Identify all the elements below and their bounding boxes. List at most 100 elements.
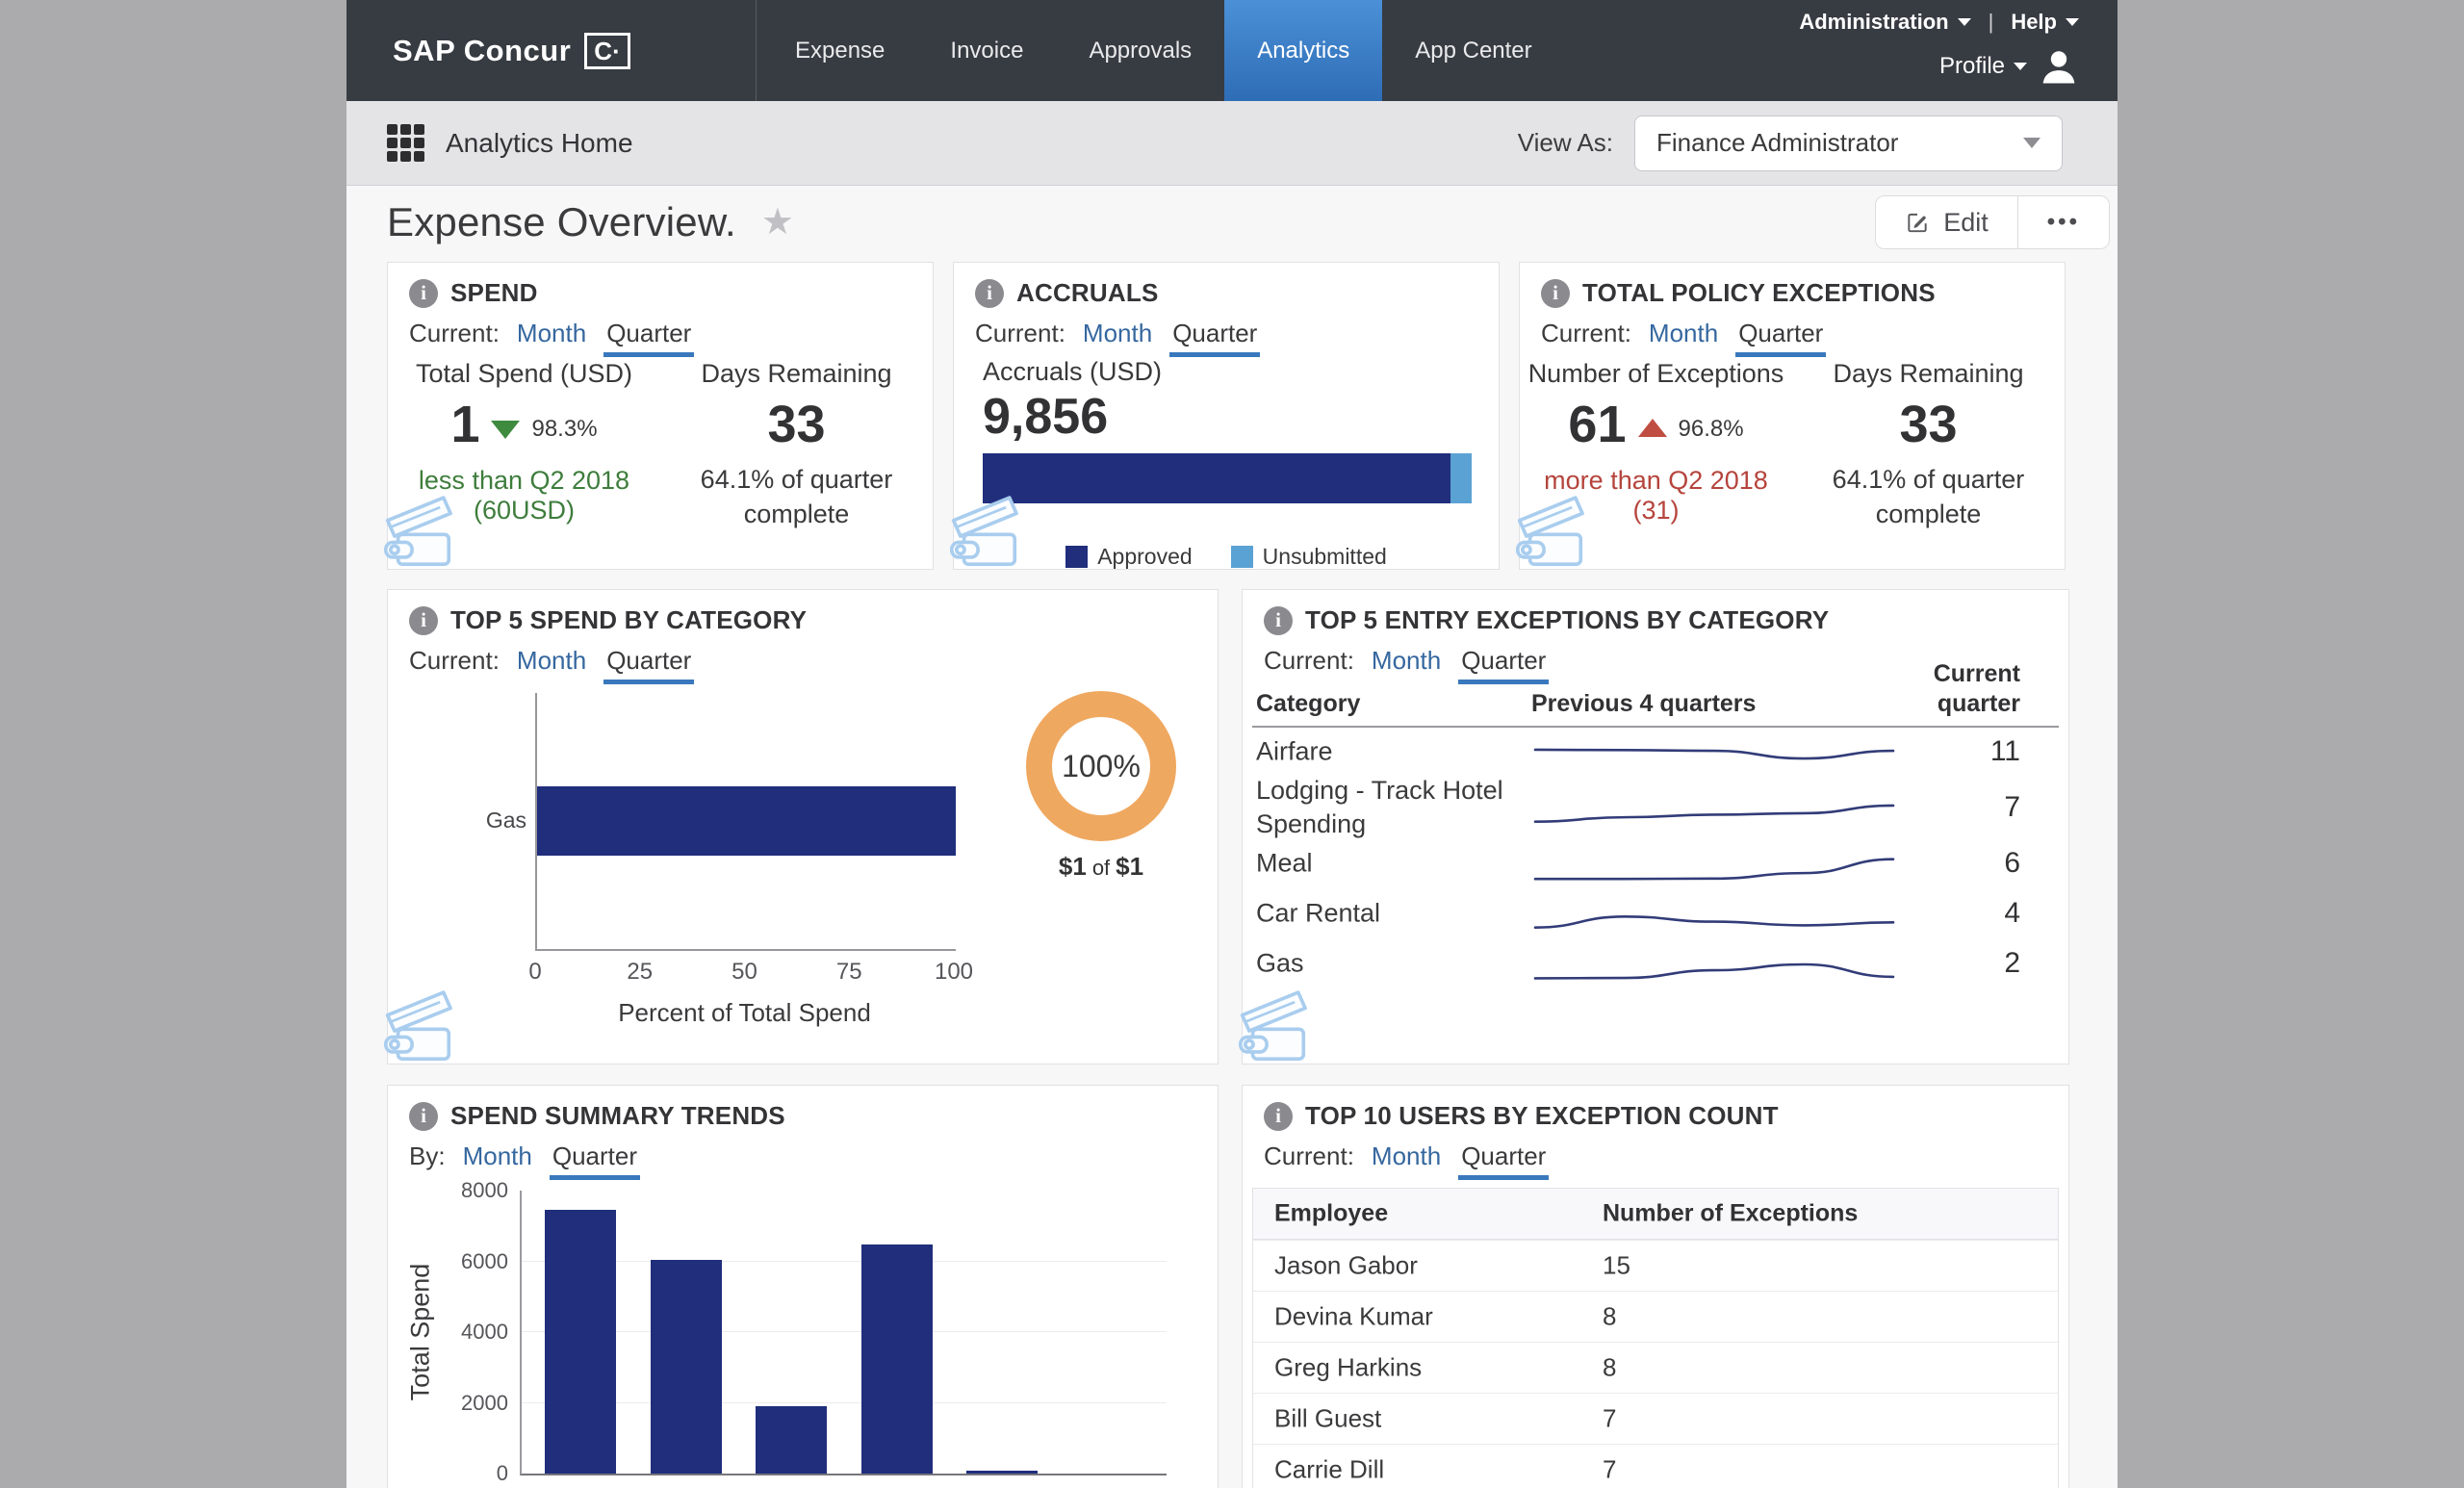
administration-menu[interactable]: Administration (1799, 10, 1971, 35)
title-row: Expense Overview. ★ Edit ••• (387, 189, 2110, 256)
period-quarter-link[interactable]: Quarter (1458, 1142, 1550, 1180)
metric-label: Days Remaining (701, 359, 892, 388)
table-row: Car Rental 4 (1243, 888, 2068, 938)
card-policy-exceptions: i TOTAL POLICY EXCEPTIONS Current: Month… (1516, 262, 2066, 570)
donut-caption: $1 of $1 (966, 852, 1236, 882)
x-axis-ticks: 0 25 50 75 100 (528, 959, 974, 985)
card-title: TOTAL POLICY EXCEPTIONS (1582, 278, 1936, 307)
card-title: TOP 5 ENTRY EXCEPTIONS BY CATEGORY (1305, 605, 1830, 634)
x-axis-title: Percent of Total Spend (618, 998, 871, 1027)
period-quarter-link[interactable]: Quarter (1169, 319, 1261, 357)
row-current-value: 6 (2004, 847, 2020, 879)
column-header-trend: Previous 4 quarters (1531, 690, 1757, 717)
card-title: TOP 5 SPEND BY CATEGORY (450, 605, 808, 634)
donut-caption-denominator: $1 (1116, 852, 1144, 881)
favorite-star-icon[interactable]: ★ (761, 204, 794, 241)
column-header-exceptions: Number of Exceptions (1603, 1199, 1859, 1227)
card-title: SPEND (450, 278, 538, 307)
period-label: Current: (1264, 1142, 1354, 1170)
help-menu[interactable]: Help (2011, 10, 2079, 35)
help-label: Help (2011, 10, 2057, 34)
apps-grid-icon[interactable] (387, 124, 424, 162)
bar-category-label: Gas (485, 808, 526, 833)
tab-expense[interactable]: Expense (762, 0, 917, 101)
table-row: Meal 6 (1243, 838, 2068, 888)
edit-button[interactable]: Edit (1876, 196, 2017, 248)
tab-analytics[interactable]: Analytics (1224, 0, 1383, 101)
card-spend-summary-trends: i SPEND SUMMARY TRENDS By: Month Quarter… (387, 1085, 1219, 1488)
tab-invoice[interactable]: Invoice (917, 0, 1056, 101)
exceptions-table: Airfare 11 Lodging - Track Hotel Spendin… (1243, 727, 2068, 988)
nav-divider (756, 0, 757, 101)
tab-approvals[interactable]: Approvals (1056, 0, 1224, 101)
period-label: Current: (409, 646, 500, 675)
top-nav: SAP Concur C· Expense Invoice Approvals … (346, 0, 2118, 101)
info-icon[interactable]: i (409, 278, 438, 308)
info-icon[interactable]: i (1264, 1101, 1293, 1131)
period-quarter-link[interactable]: Quarter (603, 319, 695, 357)
metric-label: Accruals (USD) (983, 357, 1163, 386)
gas-bar (537, 786, 956, 856)
more-actions-button[interactable]: ••• (2016, 196, 2109, 248)
period-month-link[interactable]: Month (1649, 319, 1718, 348)
table-row: Gas 2 (1243, 938, 2068, 988)
delta-up-icon (1637, 418, 1667, 437)
approved-swatch (1065, 546, 1089, 568)
profile-menu[interactable]: Profile (1939, 53, 2027, 80)
exception-count: 8 (1603, 1301, 1617, 1331)
table-row: Lodging - Track Hotel Spending 7 (1243, 776, 2068, 838)
period-month-link[interactable]: Month (517, 319, 586, 348)
table-row: Airfare 11 (1243, 727, 2068, 777)
sap-concur-logo[interactable]: SAP Concur C· (393, 0, 630, 101)
period-quarter-link[interactable]: Quarter (1735, 319, 1827, 357)
table-row: Jason Gabor 15 (1253, 1240, 2058, 1291)
table-row: Greg Harkins 8 (1253, 1342, 2058, 1393)
period-quarter-link[interactable]: Quarter (549, 1142, 640, 1180)
period-month-link[interactable]: Month (1372, 1142, 1441, 1171)
row-category: Meal (1256, 848, 1313, 878)
period-month-link[interactable]: Month (517, 646, 586, 676)
wallet-icon (949, 496, 1018, 566)
metric-label: Total Spend (USD) (415, 359, 633, 388)
period-month-link[interactable]: Month (1083, 319, 1152, 348)
y-axis-title: Total Spend (405, 1263, 435, 1401)
period-quarter-link[interactable]: Quarter (1458, 646, 1550, 684)
card-spend: i SPEND Current: Month Quarter Total Spe… (384, 262, 934, 570)
card-top10-users: i TOP 10 USERS BY EXCEPTION COUNT Curren… (1242, 1085, 2069, 1488)
period-label: Current: (1264, 646, 1354, 675)
period-quarter-link[interactable]: Quarter (603, 646, 695, 684)
exception-count: 15 (1603, 1250, 1630, 1280)
info-icon[interactable]: i (409, 1101, 438, 1131)
nav-tabs: Expense Invoice Approvals Analytics App … (762, 0, 1565, 101)
legend-label: Approved (1097, 544, 1193, 569)
info-icon[interactable]: i (1264, 605, 1293, 635)
metric-value: 1 (450, 396, 480, 453)
unsubmitted-swatch (1230, 546, 1253, 568)
column-header-current-quarter: Current quarter (1933, 660, 2020, 718)
info-icon[interactable]: i (975, 278, 1004, 308)
row-current-value: 11 (1989, 735, 2020, 767)
period-label: By: (409, 1142, 446, 1170)
delta-down-icon (491, 420, 521, 439)
info-icon[interactable]: i (1541, 278, 1570, 308)
chevron-down-icon (1957, 18, 1971, 26)
info-icon[interactable]: i (409, 605, 438, 635)
brand-text: SAP Concur (393, 33, 572, 67)
concur-logo-badge: C· (584, 32, 630, 69)
period-month-link[interactable]: Month (463, 1142, 532, 1171)
ellipsis-icon: ••• (2046, 209, 2080, 235)
period-month-link[interactable]: Month (1372, 646, 1441, 676)
user-avatar-icon[interactable] (2039, 46, 2079, 87)
tab-app-center[interactable]: App Center (1382, 0, 1564, 101)
view-as-value: Finance Administrator (1656, 128, 1899, 157)
view-as-label: View As: (1517, 128, 1613, 157)
exception-count: 7 (1603, 1454, 1617, 1484)
wallet-icon (384, 496, 452, 566)
period-label: Current: (409, 319, 500, 347)
metric-value: 33 (1899, 396, 1958, 453)
accruals-stacked-bar (983, 453, 1472, 503)
view-as-dropdown[interactable]: Finance Administrator (1634, 115, 2063, 171)
card-title: ACCRUALS (1016, 278, 1159, 307)
trend-sparkline (1533, 804, 1895, 823)
trend-sparkline (1533, 748, 1895, 760)
